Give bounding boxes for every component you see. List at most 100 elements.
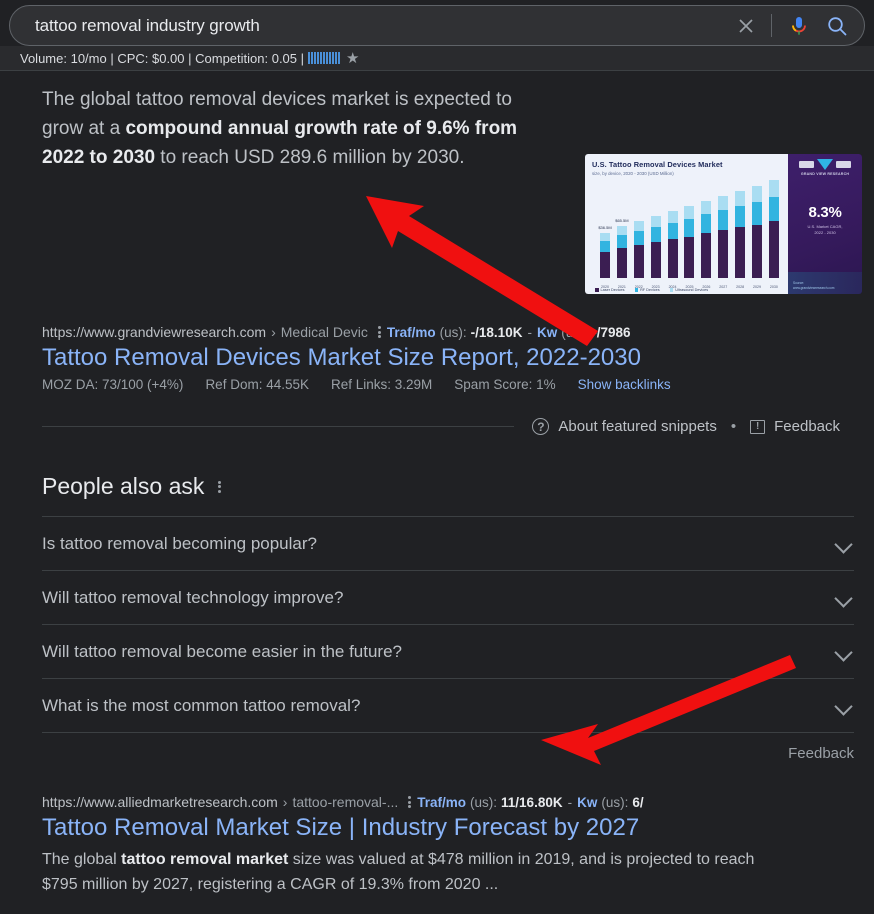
paa-question-label-1: Is tattoo removal becoming popular? [42,533,317,553]
keyword-metrics-text: Volume: 10/mo | CPC: $0.00 | Competition… [20,50,305,66]
desc-part-2: tattoo removal market [121,851,289,868]
search-bar-container [0,0,874,46]
toolbar-divider [771,14,772,37]
result-url-row-2: https://www.alliedmarketresearch.com › t… [42,794,854,810]
moz-refdom-1: Ref Dom: 44.55K [205,377,309,392]
search-result-2: https://www.alliedmarketresearch.com › t… [0,794,874,897]
url-separator-1: › [271,324,276,340]
bar-xlabel-2028: 2028 [736,285,745,289]
thumbnail-chart-cagr-panel: GRAND VIEW RESEARCH 8.3% U.S. Market CAG… [788,154,862,294]
about-featured-snippets-link[interactable]: ? About featured snippets [532,418,717,435]
seo-kw-label-1: Kw [536,324,558,340]
result-url-domain-2[interactable]: https://www.alliedmarketresearch.com [42,794,278,810]
result-title-link-1[interactable]: Tattoo Removal Devices Market Size Repor… [42,343,854,373]
seo-dash-1: - [527,324,532,340]
cagr-caption: U.S. Market CAGR, 2022 - 2030 [807,224,843,235]
chevron-down-icon-3[interactable] [834,642,854,662]
seo-traf-label-1: Traf/mo [386,324,436,340]
kebab-menu-icon-2[interactable] [408,796,412,808]
moz-reflinks-1: Ref Links: 3.29M [331,377,433,392]
seo-traf-value-1: -/18.10K [470,324,523,340]
magnifier-icon[interactable] [818,9,856,43]
result-url-domain-1[interactable]: https://www.grandviewresearch.com [42,324,266,340]
bar-xlabel-2030: 2030 [769,285,778,289]
search-bar[interactable] [9,5,865,46]
bar-xlabel-2027: 2027 [719,285,728,289]
bar-2025: 2025 [684,206,695,289]
bar-2024: 2024 [667,211,678,289]
feedback-link[interactable]: ! Feedback [750,418,840,435]
divider [42,426,515,427]
feedback-label: Feedback [774,418,840,435]
thumbnail-chart-bars: $36.5M 2020 $65.5M 2021 2022 2023 2024 2… [592,180,783,290]
legend-ultrasound: Ultrasound Devices [669,288,708,292]
bar-2020: $36.5M 2020 [598,225,611,289]
seo-traf-scope-2: (us): [470,794,498,810]
bar-2027: 2027 [718,195,729,289]
paa-question-1[interactable]: Is tattoo removal becoming popular? [42,516,854,570]
paa-question-2[interactable]: Will tattoo removal technology improve? [42,570,854,624]
seo-traf-value-2: 11/16.80K [501,794,563,810]
competition-bars-icon [308,52,341,64]
kebab-menu-icon-paa[interactable] [218,480,222,493]
featured-snippet-footer: ? About featured snippets • ! Feedback [0,418,874,435]
flag-icon: ! [750,419,766,434]
bar-value-label-0: $36.5M [598,224,612,230]
featured-snippet-text: The global tattoo removal devices market… [42,85,552,172]
result-title-link-2[interactable]: Tattoo Removal Market Size | Industry Fo… [42,813,854,843]
thumbnail-chart-subtitle: size, by device, 2020 - 2030 (USD Millio… [592,171,674,176]
brand-logo [799,159,851,170]
seo-traf-label-2: Traf/mo [417,794,467,810]
triangle-icon [817,159,833,170]
paa-feedback-link[interactable]: Feedback [788,745,854,762]
moz-spam-1: Spam Score: 1% [454,377,556,392]
search-input[interactable] [10,15,729,36]
paa-question-label-3: Will tattoo removal become easier in the… [42,641,403,661]
question-mark-icon: ? [532,418,550,435]
result-description-2: The global tattoo removal market size wa… [42,847,782,897]
paa-question-4[interactable]: What is the most common tattoo removal? [42,678,854,732]
bar-2022: 2022 [633,221,644,289]
seo-traf-scope-1: (us): [439,324,467,340]
desc-part-1: The global [42,851,122,868]
bar-2021: $65.5M 2021 [615,218,628,289]
chevron-down-icon-4[interactable] [834,696,854,716]
bar-2029: 2029 [752,185,763,289]
close-icon[interactable] [729,9,763,43]
seo-kw-label-2: Kw [577,794,598,810]
thumbnail-chart-legend: Laser Devices RF Devices Ultrasound Devi… [595,288,708,292]
people-also-ask-footer: Feedback [42,732,854,774]
seo-dash-2: - [567,794,573,810]
thumbnail-chart-title: U.S. Tattoo Removal Devices Market [592,160,723,169]
bar-2030: 2030 [768,180,779,289]
result-url-path-2: tattoo-removal-... [292,794,399,810]
bar-2026: 2026 [701,200,712,289]
chevron-down-icon-1[interactable] [834,534,854,554]
paa-question-3[interactable]: Will tattoo removal become easier in the… [42,624,854,678]
url-separator-2: › [282,794,288,810]
keyword-metrics-bar: Volume: 10/mo | CPC: $0.00 | Competition… [0,46,874,71]
show-backlinks-link-1[interactable]: Show backlinks [578,377,671,392]
legend-rf: RF Devices [634,288,660,292]
kebab-menu-icon-1[interactable] [377,326,381,338]
bar-value-label-1: $65.5M [615,218,629,224]
microphone-icon[interactable] [780,9,818,43]
people-also-ask-section: People also ask Is tattoo removal becomi… [0,473,874,774]
thumbnail-chart-plot-area: U.S. Tattoo Removal Devices Market size,… [585,154,788,294]
featured-snippet-thumbnail-chart[interactable]: U.S. Tattoo Removal Devices Market size,… [585,154,862,294]
separator-dot: • [730,418,737,435]
seo-kw-value-1: -/7986 [592,324,631,340]
fs-part-3: to reach USD 289.6 million by 2030. [155,147,465,168]
moz-da-1: MOZ DA: 73/100 (+4%) [42,377,184,392]
people-also-ask-header: People also ask [42,473,854,500]
search-results-content: The global tattoo removal devices market… [0,71,874,897]
brand-name: GRAND VIEW RESEARCH [800,172,850,176]
star-icon[interactable]: ★ [346,51,359,66]
chevron-down-icon-2[interactable] [834,588,854,608]
moz-metrics-row-1: MOZ DA: 73/100 (+4%) Ref Dom: 44.55K Ref… [42,377,854,392]
legend-laser: Laser Devices [595,288,625,292]
result-url-path-1: Medical Devic [280,324,368,340]
paa-question-label-2: Will tattoo removal technology improve? [42,587,344,607]
people-also-ask-title: People also ask [42,473,205,499]
about-featured-snippets-label: About featured snippets [558,418,717,435]
